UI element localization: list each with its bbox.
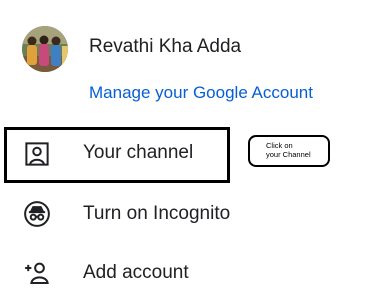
annotation-line-2: your Channel bbox=[266, 150, 311, 159]
menu-item-label: Turn on Incognito bbox=[83, 203, 231, 224]
account-name: Revathi Kha Adda bbox=[89, 36, 242, 57]
menu-item-incognito[interactable]: Turn on Incognito bbox=[0, 189, 240, 239]
annotation-line-1: Click on bbox=[266, 141, 293, 150]
menu-item-label: Add account bbox=[83, 262, 189, 283]
incognito-icon bbox=[22, 199, 52, 229]
menu-item-label: Your channel bbox=[83, 142, 194, 163]
menu-item-your-channel[interactable]: Your channel bbox=[0, 129, 240, 179]
add-person-icon bbox=[22, 258, 52, 288]
manage-account-link[interactable]: Manage your Google Account bbox=[89, 83, 313, 103]
avatar[interactable] bbox=[22, 26, 68, 72]
person-box-icon bbox=[22, 139, 52, 169]
annotation-callout: Click on your Channel bbox=[248, 135, 330, 167]
avatar-photo bbox=[22, 26, 68, 72]
annotation-text: Click on your Channel bbox=[266, 141, 311, 159]
menu-item-add-account[interactable]: Add account bbox=[0, 249, 240, 299]
